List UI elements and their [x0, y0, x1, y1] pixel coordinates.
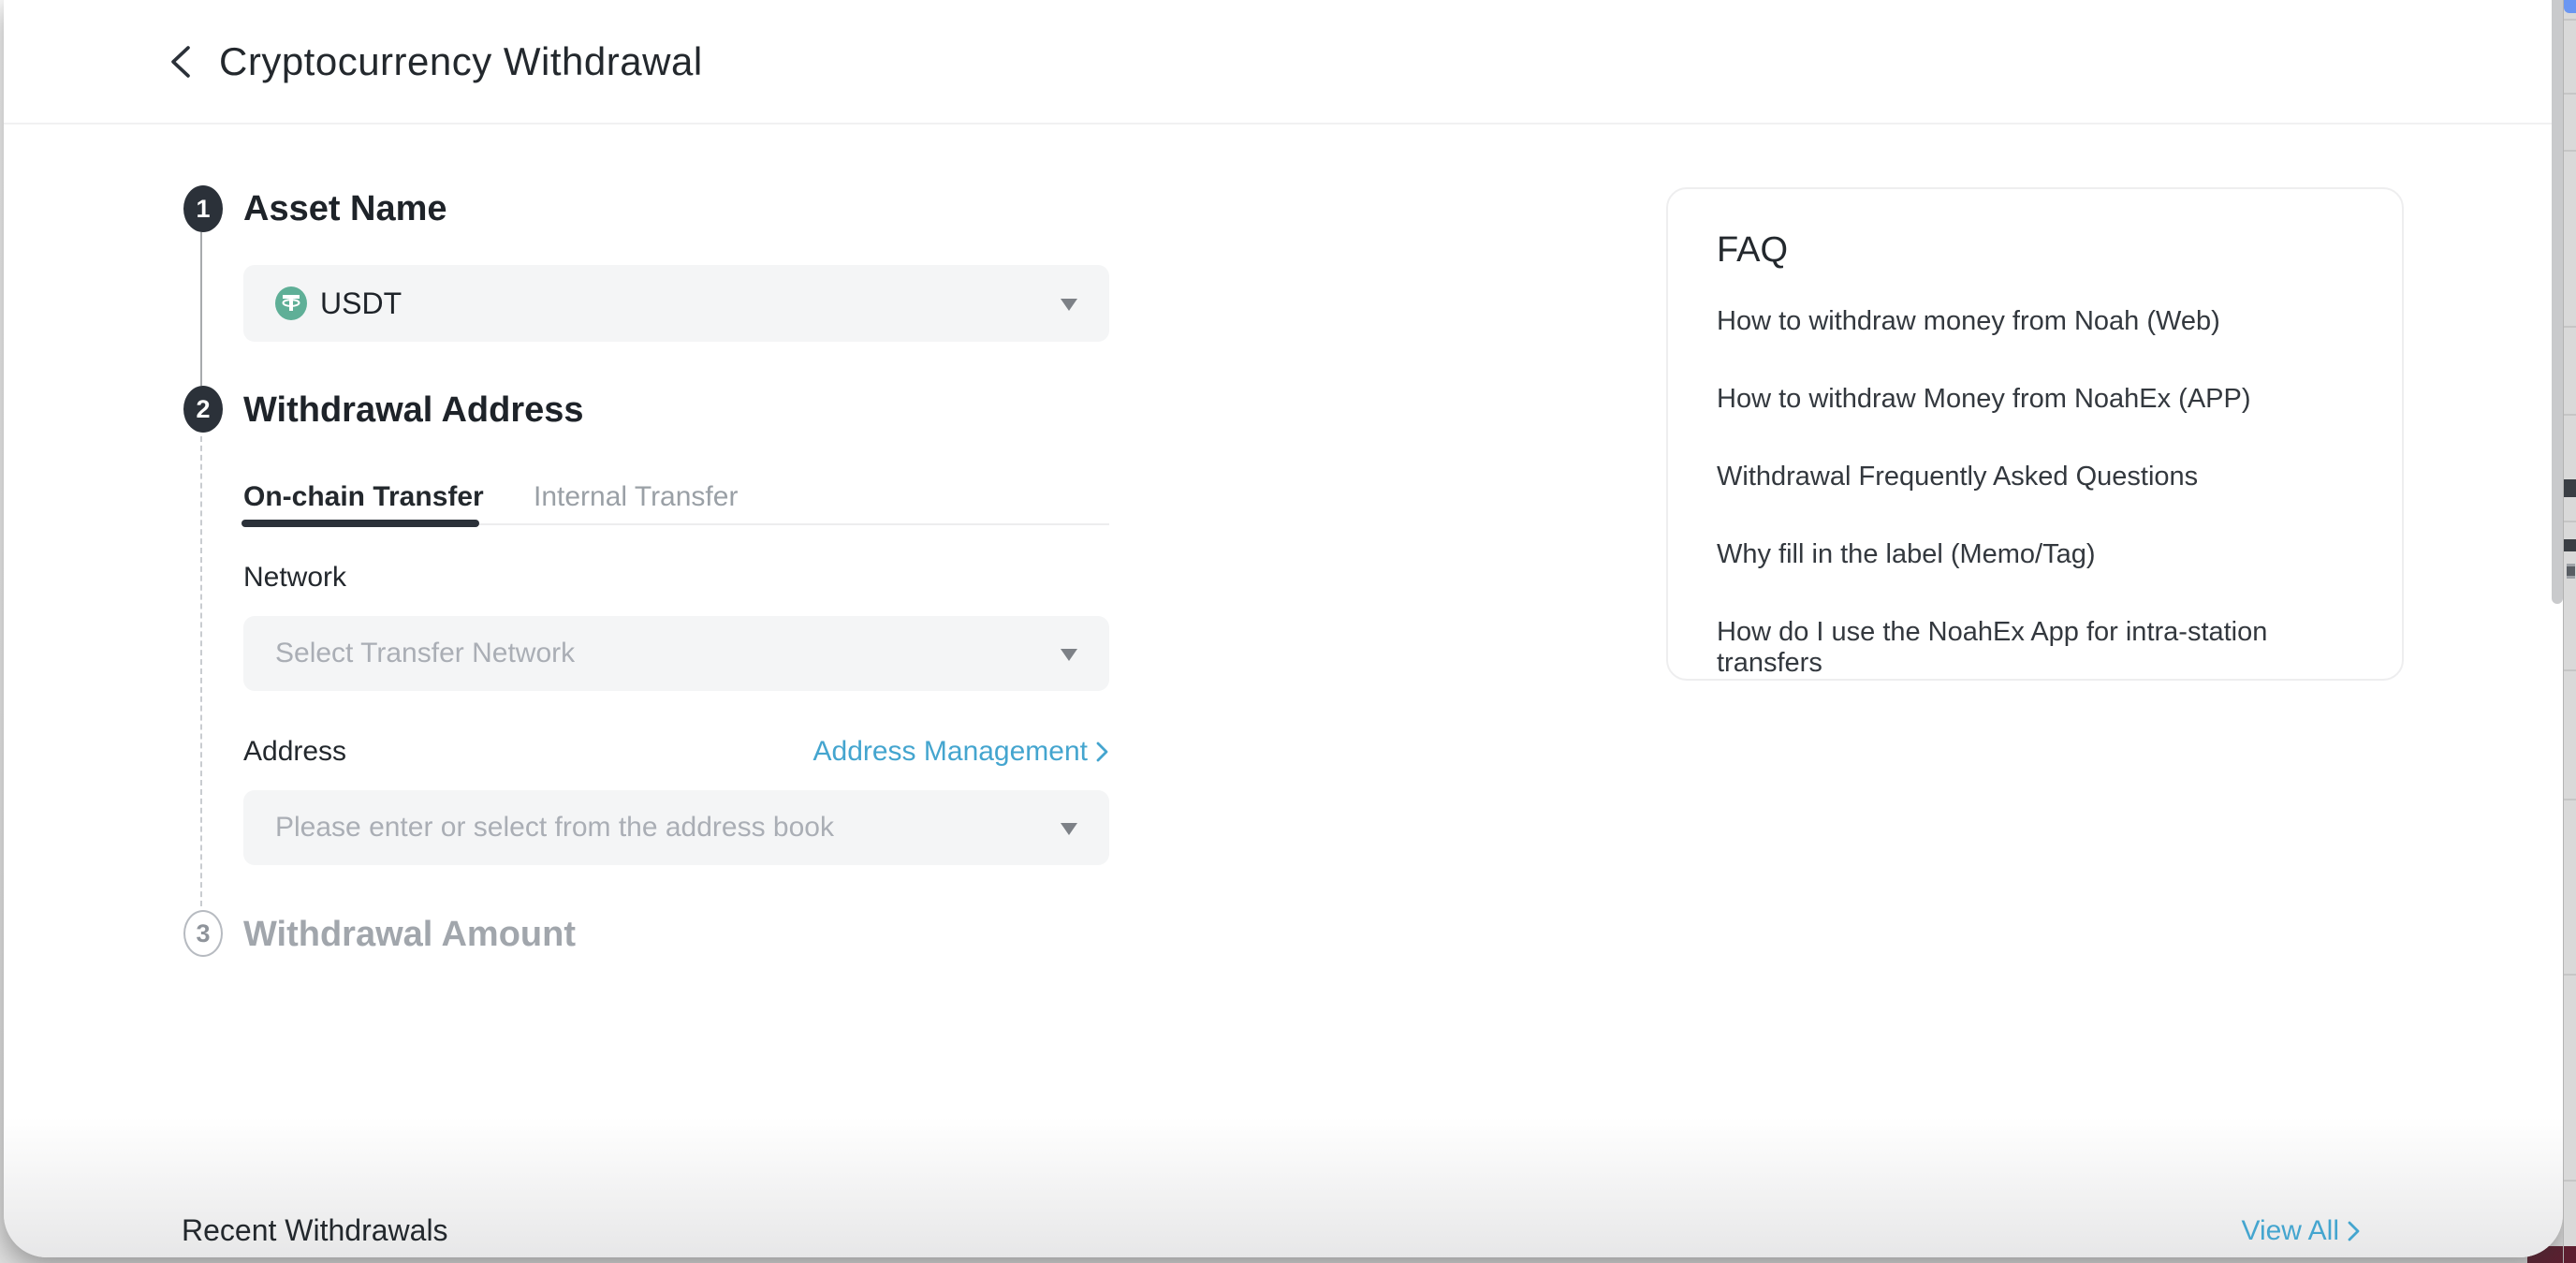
address-management-link[interactable]: Address Management [813, 736, 1110, 768]
address-select[interactable]: Please enter or select from the address … [243, 790, 1109, 865]
step-3-indicator: 3 [183, 910, 223, 957]
step-3-number: 3 [196, 919, 210, 948]
step-connector-1-2 [200, 232, 202, 386]
network-select[interactable]: Select Transfer Network [243, 616, 1109, 691]
active-tab-underline [242, 520, 479, 527]
chevron-right-icon [1095, 740, 1109, 764]
faq-item[interactable]: Why fill in the label (Memo/Tag) [1717, 539, 2353, 570]
network-label: Network [243, 562, 346, 594]
address-label: Address [243, 736, 346, 768]
back-button[interactable] [168, 43, 197, 81]
page-title: Cryptocurrency Withdrawal [219, 39, 703, 84]
background-window-sliver [2563, 0, 2576, 1263]
faq-item[interactable]: How to withdraw Money from NoahEx (APP) [1717, 384, 2353, 415]
network-select-placeholder: Select Transfer Network [275, 638, 575, 669]
step-2-heading: Withdrawal Address [243, 390, 584, 431]
faq-item[interactable]: How do I use the NoahEx App for intra-st… [1717, 617, 2353, 679]
main-panel: Cryptocurrency Withdrawal 1 Asset Name U… [4, 0, 2563, 1257]
dropdown-caret-icon [1061, 299, 1077, 311]
background-window-glyph [2567, 564, 2575, 579]
background-window-blue-button [2564, 0, 2576, 13]
dropdown-caret-icon [1061, 823, 1077, 835]
tab-internal-transfer[interactable]: Internal Transfer [534, 481, 738, 513]
step-2-indicator: 2 [183, 386, 223, 433]
step-1-number: 1 [196, 195, 210, 224]
view-all-link[interactable]: View All [2241, 1215, 2361, 1247]
asset-select[interactable]: USDT [243, 265, 1109, 342]
vertical-scrollbar-thumb[interactable] [2552, 0, 2563, 604]
step-3-heading: Withdrawal Amount [243, 915, 576, 955]
chevron-left-icon [168, 44, 193, 80]
asset-select-value: USDT [320, 286, 402, 321]
address-select-placeholder: Please enter or select from the address … [275, 812, 834, 844]
tether-icon [275, 286, 307, 320]
faq-item[interactable]: How to withdraw money from Noah (Web) [1717, 306, 2353, 337]
address-management-label: Address Management [813, 736, 1089, 768]
faq-card: FAQ How to withdraw money from Noah (Web… [1666, 187, 2404, 681]
step-1-heading: Asset Name [243, 189, 447, 229]
tab-onchain-transfer[interactable]: On-chain Transfer [243, 481, 484, 513]
dropdown-caret-icon [1061, 649, 1077, 661]
faq-title: FAQ [1717, 230, 2353, 271]
faq-item[interactable]: Withdrawal Frequently Asked Questions [1717, 462, 2353, 492]
address-row: Address Address Management [243, 736, 1109, 768]
step-connector-2-3 [200, 436, 202, 906]
page-header: Cryptocurrency Withdrawal [4, 0, 2563, 125]
step-1-indicator: 1 [183, 185, 223, 232]
view-all-label: View All [2241, 1215, 2339, 1247]
chevron-right-icon [2347, 1219, 2361, 1243]
step-2-number: 2 [196, 395, 210, 424]
recent-withdrawals-title: Recent Withdrawals [182, 1213, 448, 1248]
